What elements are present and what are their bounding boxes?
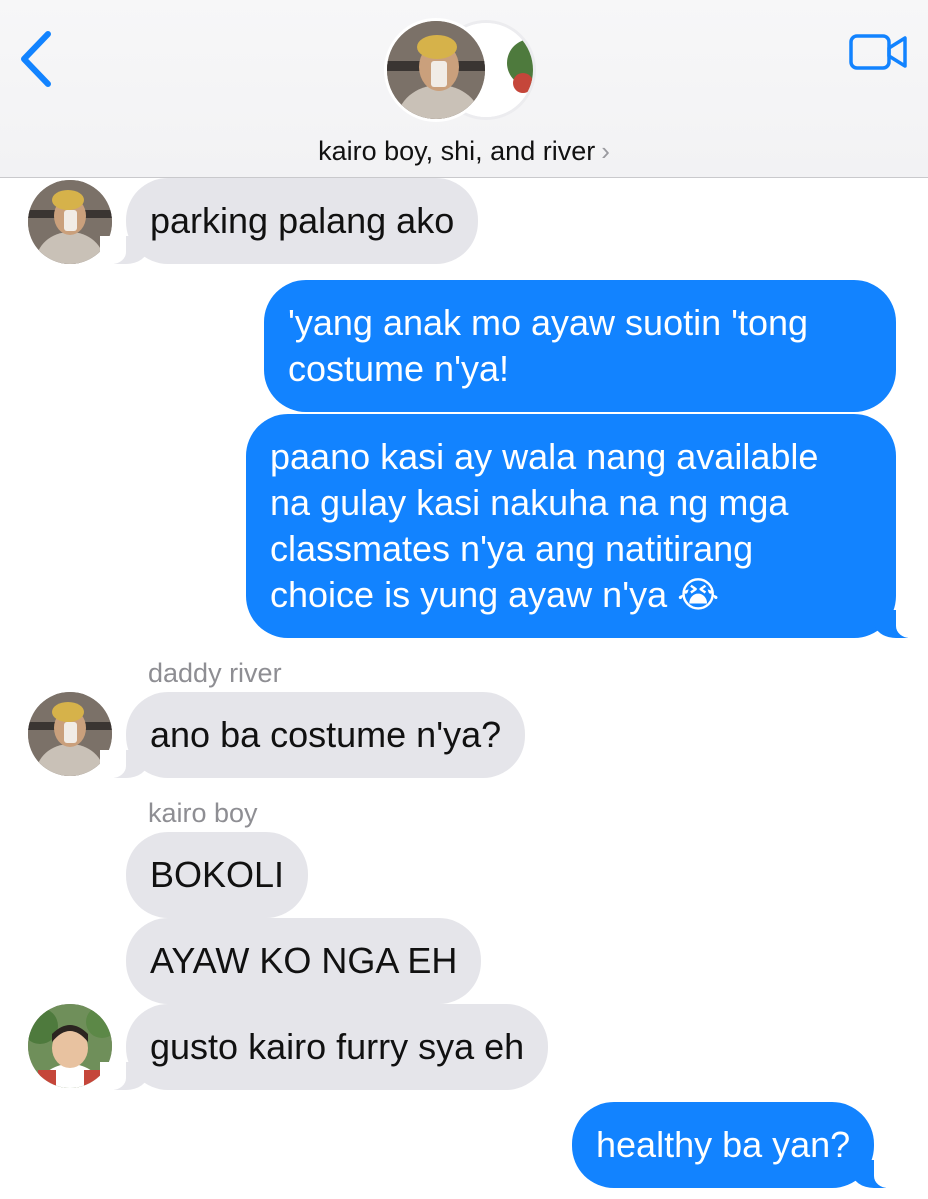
message-bubble-incoming[interactable]: BOKOLI (126, 832, 309, 918)
conversation-title[interactable]: kairo boy, shi, and river › (0, 136, 928, 167)
message-bubble-outgoing[interactable]: healthy ba yan? (572, 1102, 901, 1188)
message-text: BOKOLI (150, 854, 285, 895)
message-text: ano ba costume n'ya? (150, 714, 502, 755)
group-member-avatar-front (384, 18, 488, 122)
message-bubble-incoming[interactable]: gusto kairo furry sya eh (99, 1004, 549, 1090)
video-call-button[interactable] (848, 30, 910, 74)
message-text: healthy ba yan? (596, 1124, 851, 1165)
message-bubble-incoming[interactable]: AYAW KO NGA EH (126, 918, 482, 1004)
message-text: AYAW KO NGA EH (150, 940, 458, 981)
message-text: 'yang anak mo ayaw suotin 'tong costume … (288, 302, 809, 389)
chevron-right-icon: › (601, 136, 610, 166)
sender-name: daddy river (148, 658, 282, 688)
sender-name: kairo boy (148, 798, 258, 828)
message-bubble-incoming[interactable]: ano ba costume n'ya? (99, 692, 526, 778)
group-avatar-stack[interactable] (384, 18, 544, 124)
message-bubble-outgoing[interactable]: paano kasi ay wala nang available na gul… (246, 414, 922, 638)
message-text: parking palang ako (150, 200, 455, 241)
conversation-header: kairo boy, shi, and river › (0, 0, 928, 178)
message-text: paano kasi ay wala nang available na gul… (270, 436, 819, 615)
back-button[interactable] (14, 28, 64, 90)
message-bubble-incoming[interactable]: parking palang ako (99, 178, 479, 264)
conversation-title-text: kairo boy, shi, and river (318, 136, 596, 166)
message-text: gusto kairo furry sya eh (150, 1026, 525, 1067)
video-camera-icon (849, 34, 907, 70)
message-bubble-outgoing[interactable]: 'yang anak mo ayaw suotin 'tong costume … (264, 280, 896, 412)
chevron-left-icon (21, 31, 51, 87)
